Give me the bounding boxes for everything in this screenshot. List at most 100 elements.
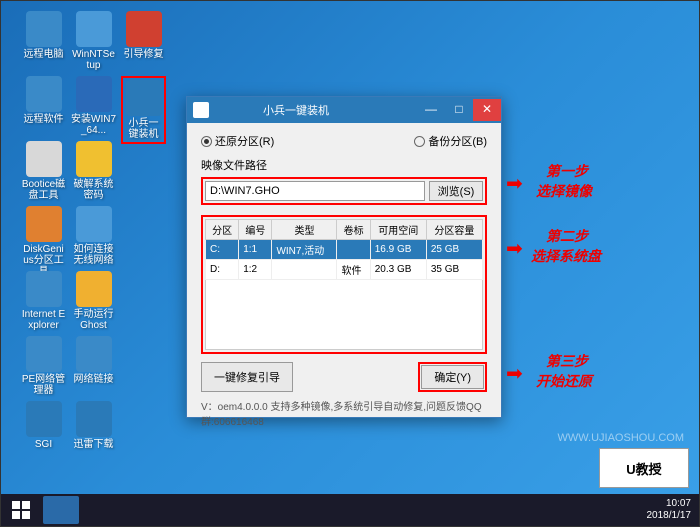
app-icon <box>76 206 112 242</box>
repair-boot-button[interactable]: 一键修复引导 <box>201 362 293 392</box>
step2-desc: 选择系统盘 <box>531 246 601 266</box>
desktop-icon[interactable]: 迅雷下载 <box>71 401 116 450</box>
minimize-button[interactable]: — <box>417 99 445 121</box>
cell: 20.3 GB <box>370 260 426 280</box>
installer-dialog: 小兵一键装机 — □ ✕ 还原分区(R) 备份分区(B) 映像文件路径 浏览(S… <box>186 96 502 418</box>
app-icon <box>26 271 62 307</box>
icon-label: 网络链接 <box>71 374 116 385</box>
cell <box>337 240 370 260</box>
image-path-row: 浏览(S) <box>201 177 487 205</box>
arrow-icon: ➡ <box>506 236 523 261</box>
taskbar: 10:07 2018/1/17 <box>1 494 699 526</box>
desktop-icon[interactable]: 手动运行Ghost <box>71 271 116 331</box>
cell: D: <box>206 260 239 280</box>
arrow-icon: ➡ <box>506 361 523 386</box>
cell: 25 GB <box>426 240 482 260</box>
app-icon <box>76 11 112 47</box>
desktop-icon[interactable]: 远程电脑 <box>21 11 66 60</box>
column-header[interactable]: 可用空间 <box>370 220 426 240</box>
icon-label: 手动运行Ghost <box>71 309 116 331</box>
desktop-icon[interactable]: SGI <box>21 401 66 450</box>
app-icon <box>76 336 112 372</box>
cell: WIN7,活动 <box>272 240 337 260</box>
app-icon <box>193 102 209 118</box>
step1-desc: 选择镜像 <box>536 181 592 201</box>
cell: 16.9 GB <box>370 240 426 260</box>
image-path-input[interactable] <box>205 181 425 201</box>
cell: 软件 <box>337 260 370 280</box>
desktop-icon[interactable]: 网络链接 <box>71 336 116 385</box>
close-button[interactable]: ✕ <box>473 99 501 121</box>
column-header[interactable]: 卷标 <box>337 220 370 240</box>
browse-button[interactable]: 浏览(S) <box>429 181 483 201</box>
watermark-logo-text: U教授 <box>626 459 661 478</box>
app-icon <box>26 11 62 47</box>
radio-icon <box>201 136 212 147</box>
desktop-icon[interactable]: 引导修复 <box>121 11 166 60</box>
restore-partition-radio[interactable]: 还原分区(R) <box>201 133 274 149</box>
clock-date: 2018/1/17 <box>647 510 692 522</box>
cell: 1:1 <box>239 240 272 260</box>
maximize-button[interactable]: □ <box>445 99 473 121</box>
column-header[interactable]: 编号 <box>239 220 272 240</box>
icon-label: 安装WIN7_64... <box>71 114 116 136</box>
desktop-icon[interactable]: 小兵一键装机 <box>121 76 166 144</box>
app-icon <box>76 76 112 112</box>
step2-title: 第二步 <box>546 226 588 246</box>
column-header[interactable]: 分区 <box>206 220 239 240</box>
step1-title: 第一步 <box>546 161 588 181</box>
watermark-logo: U教授 <box>599 448 689 488</box>
cell: C: <box>206 240 239 260</box>
radio-icon <box>414 136 425 147</box>
icon-label: Bootice磁盘工具 <box>21 179 66 201</box>
app-icon <box>26 206 62 242</box>
table-row[interactable]: C:1:1WIN7,活动 16.9 GB25 GB <box>206 240 483 260</box>
table-row[interactable]: D:1:2 软件20.3 GB35 GB <box>206 260 483 280</box>
app-icon <box>26 76 62 112</box>
column-header[interactable]: 分区容量 <box>426 220 482 240</box>
icon-label: 如何连接无线网络 <box>71 244 116 266</box>
icon-label: 远程电脑 <box>21 49 66 60</box>
app-icon <box>76 141 112 177</box>
icon-label: Internet Explorer <box>21 309 66 331</box>
table-empty-area <box>205 280 483 350</box>
start-button[interactable] <box>1 494 41 526</box>
cell <box>272 260 337 280</box>
partition-table[interactable]: 分区编号类型卷标可用空间分区容量 C:1:1WIN7,活动 16.9 GB25 G… <box>205 219 483 280</box>
backup-partition-radio[interactable]: 备份分区(B) <box>414 133 487 149</box>
system-tray[interactable]: 10:07 2018/1/17 <box>647 498 700 522</box>
app-icon <box>26 141 62 177</box>
icon-label: WinNTSetup <box>71 49 116 71</box>
step3-desc: 开始还原 <box>536 371 592 391</box>
image-path-label: 映像文件路径 <box>201 157 487 173</box>
icon-label: 破解系统密码 <box>71 179 116 201</box>
icon-label: 小兵一键装机 <box>125 118 162 140</box>
app-icon <box>76 271 112 307</box>
desktop-icon[interactable]: 远程软件 <box>21 76 66 125</box>
desktop-icon[interactable]: 破解系统密码 <box>71 141 116 201</box>
desktop-icon[interactable]: 安装WIN7_64... <box>71 76 116 136</box>
column-header[interactable]: 类型 <box>272 220 337 240</box>
icon-label: 引导修复 <box>121 49 166 60</box>
taskbar-app[interactable] <box>43 496 79 524</box>
desktop-icon[interactable]: 如何连接无线网络 <box>71 206 116 266</box>
app-icon <box>126 80 162 116</box>
app-icon <box>126 11 162 47</box>
desktop-icon[interactable]: Bootice磁盘工具 <box>21 141 66 201</box>
cell: 1:2 <box>239 260 272 280</box>
desktop-icon[interactable]: PE网络管理器 <box>21 336 66 396</box>
cell: 35 GB <box>426 260 482 280</box>
desktop-icon[interactable]: WinNTSetup <box>71 11 116 71</box>
app-icon <box>26 401 62 437</box>
arrow-icon: ➡ <box>506 171 523 196</box>
titlebar[interactable]: 小兵一键装机 — □ ✕ <box>187 97 501 123</box>
app-icon <box>76 401 112 437</box>
icon-label: SGI <box>21 439 66 450</box>
backup-label: 备份分区(B) <box>428 133 487 149</box>
icon-label: 远程软件 <box>21 114 66 125</box>
desktop-icon[interactable]: Internet Explorer <box>21 271 66 331</box>
window-title: 小兵一键装机 <box>215 102 417 118</box>
desktop-icon[interactable]: DiskGenius分区工具 <box>21 206 66 277</box>
ok-button[interactable]: 确定(Y) <box>421 365 484 389</box>
clock-time: 10:07 <box>647 498 692 510</box>
